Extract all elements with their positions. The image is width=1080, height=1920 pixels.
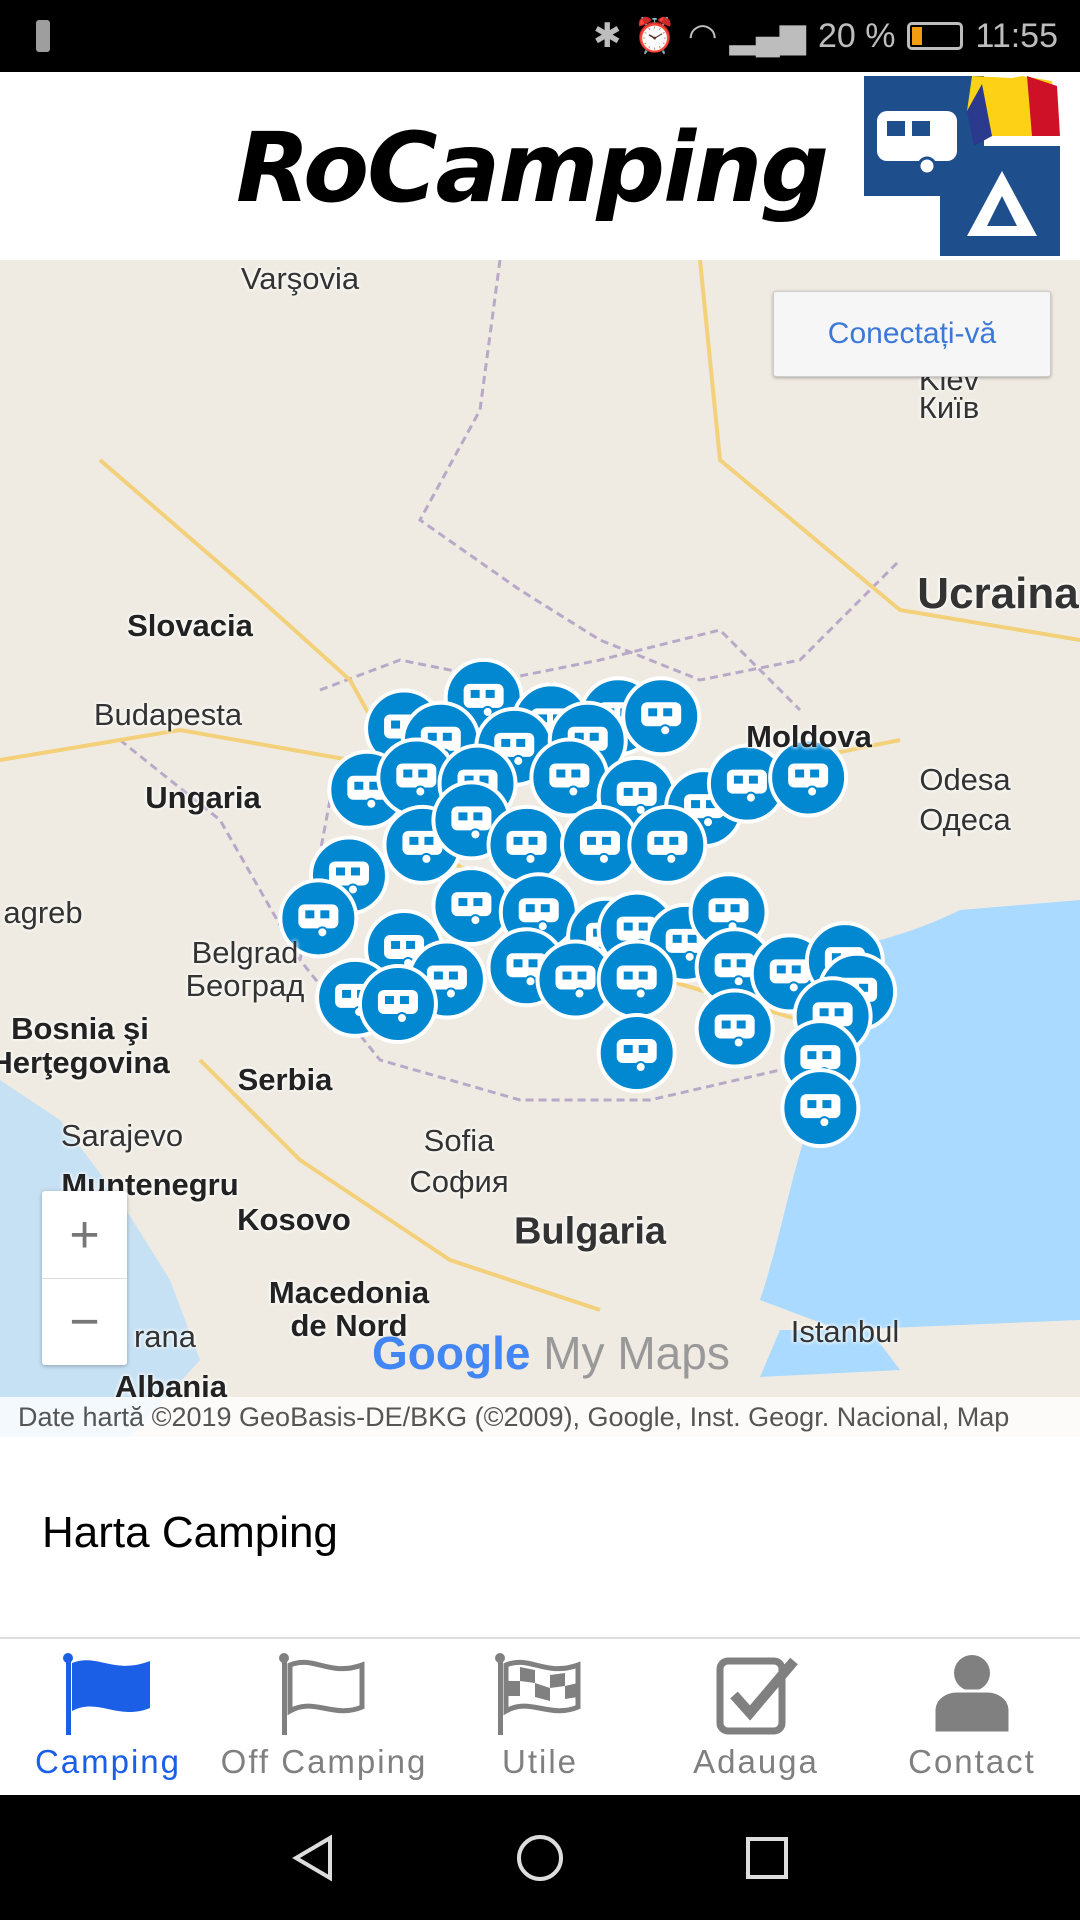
map-label: Bosnia şi	[11, 1011, 149, 1046]
google-my-maps-logo: Google My Maps	[372, 1326, 730, 1380]
map-label: Одеса	[919, 802, 1011, 837]
camping-map[interactable]: Varşovia Kiev Київ Ucraina Slovacia Budapesta…	[0, 260, 1080, 1437]
zoom-in-button[interactable]: +	[42, 1191, 127, 1278]
zoom-control: + −	[42, 1191, 127, 1365]
status-bar: ✱ ⏰ ◠ ▂▄▆ 20 % 11:55	[0, 0, 1080, 72]
tab-label: Contact	[908, 1743, 1036, 1780]
map-label: Kosovo	[237, 1202, 351, 1237]
camping-marker[interactable]	[621, 676, 702, 757]
app-header: RoCamping	[0, 72, 1080, 260]
alarm-icon: ⏰	[633, 17, 676, 55]
rocamping-logo	[864, 76, 1060, 256]
map-label: Ungaria	[145, 780, 261, 815]
map-label: Macedonia	[268, 1275, 430, 1310]
bottom-tab-bar: Camping Off Camping Utile Adauga Contact	[0, 1637, 1080, 1795]
camping-marker[interactable]	[486, 804, 567, 885]
map-label: Istanbul	[790, 1314, 900, 1349]
camping-marker[interactable]	[559, 804, 640, 885]
camping-marker[interactable]	[780, 1068, 861, 1149]
recents-icon[interactable]	[742, 1833, 792, 1883]
user-icon	[932, 1655, 1012, 1735]
battery-percent: 20 %	[817, 16, 896, 55]
tab-off-camping[interactable]: Off Camping	[216, 1639, 432, 1795]
map-label: София	[409, 1164, 509, 1199]
map-label: Ucraina	[917, 569, 1079, 618]
map-label: Београд	[185, 968, 305, 1003]
tab-contact[interactable]: Contact	[864, 1639, 1080, 1795]
checkered-flag-icon	[495, 1653, 581, 1735]
notification-icon	[36, 20, 50, 52]
zoom-out-button[interactable]: −	[42, 1278, 127, 1365]
camping-marker[interactable]	[694, 988, 775, 1069]
tab-label: Utile	[501, 1743, 579, 1780]
home-icon[interactable]	[515, 1833, 565, 1883]
camping-marker[interactable]	[357, 964, 438, 1045]
tab-camping[interactable]: Camping	[0, 1639, 216, 1795]
map-label: Herţegovina	[0, 1045, 170, 1080]
checkbox-icon	[716, 1657, 798, 1735]
flag-outline-icon	[279, 1653, 365, 1735]
app-title: RoCamping	[236, 112, 829, 224]
map-background	[0, 260, 1080, 1437]
tab-adauga[interactable]: Adauga	[648, 1639, 864, 1795]
map-label: rana	[133, 1319, 197, 1354]
signal-icon: ▂▄▆	[729, 17, 806, 55]
map-label: Bulgaria	[513, 1210, 667, 1253]
section-title: Harta Camping	[42, 1508, 338, 1557]
login-button[interactable]: Conectați-vă	[773, 291, 1051, 377]
camping-marker[interactable]	[596, 1013, 677, 1094]
google-logo-text: Google	[372, 1327, 531, 1379]
map-label: Belgrad	[191, 935, 299, 970]
bluetooth-icon: ✱	[593, 17, 622, 55]
map-label: Odesa	[919, 762, 1011, 797]
system-nav-bar	[0, 1795, 1080, 1920]
back-icon[interactable]	[288, 1833, 338, 1883]
map-attribution: Date hartă ©2019 GeoBasis-DE/BKG (©2009)…	[0, 1397, 1080, 1437]
my-maps-logo-text: My Maps	[543, 1327, 730, 1379]
map-label: Budapesta	[93, 697, 243, 732]
map-label: Serbia	[237, 1062, 333, 1097]
flag-filled-icon	[63, 1653, 150, 1735]
map-label: Київ	[918, 390, 980, 425]
battery-icon	[907, 22, 964, 50]
tab-utile[interactable]: Utile	[432, 1639, 648, 1795]
map-label: agreb	[3, 895, 83, 930]
wifi-icon: ◠	[687, 17, 718, 55]
camping-marker[interactable]	[596, 939, 677, 1020]
map-label: Varşovia	[240, 261, 360, 296]
map-label: Slovacia	[127, 608, 253, 643]
map-label: Moldova	[746, 719, 872, 754]
tab-label: Adauga	[693, 1743, 819, 1780]
map-label: Sofia	[423, 1123, 495, 1158]
tab-label: Camping	[34, 1743, 182, 1780]
map-label: Sarajevo	[60, 1118, 184, 1153]
clock: 11:55	[975, 16, 1058, 55]
camping-marker[interactable]	[529, 737, 610, 818]
camping-marker[interactable]	[431, 866, 512, 947]
camping-marker[interactable]	[627, 804, 708, 885]
tab-label: Off Camping	[220, 1743, 428, 1780]
